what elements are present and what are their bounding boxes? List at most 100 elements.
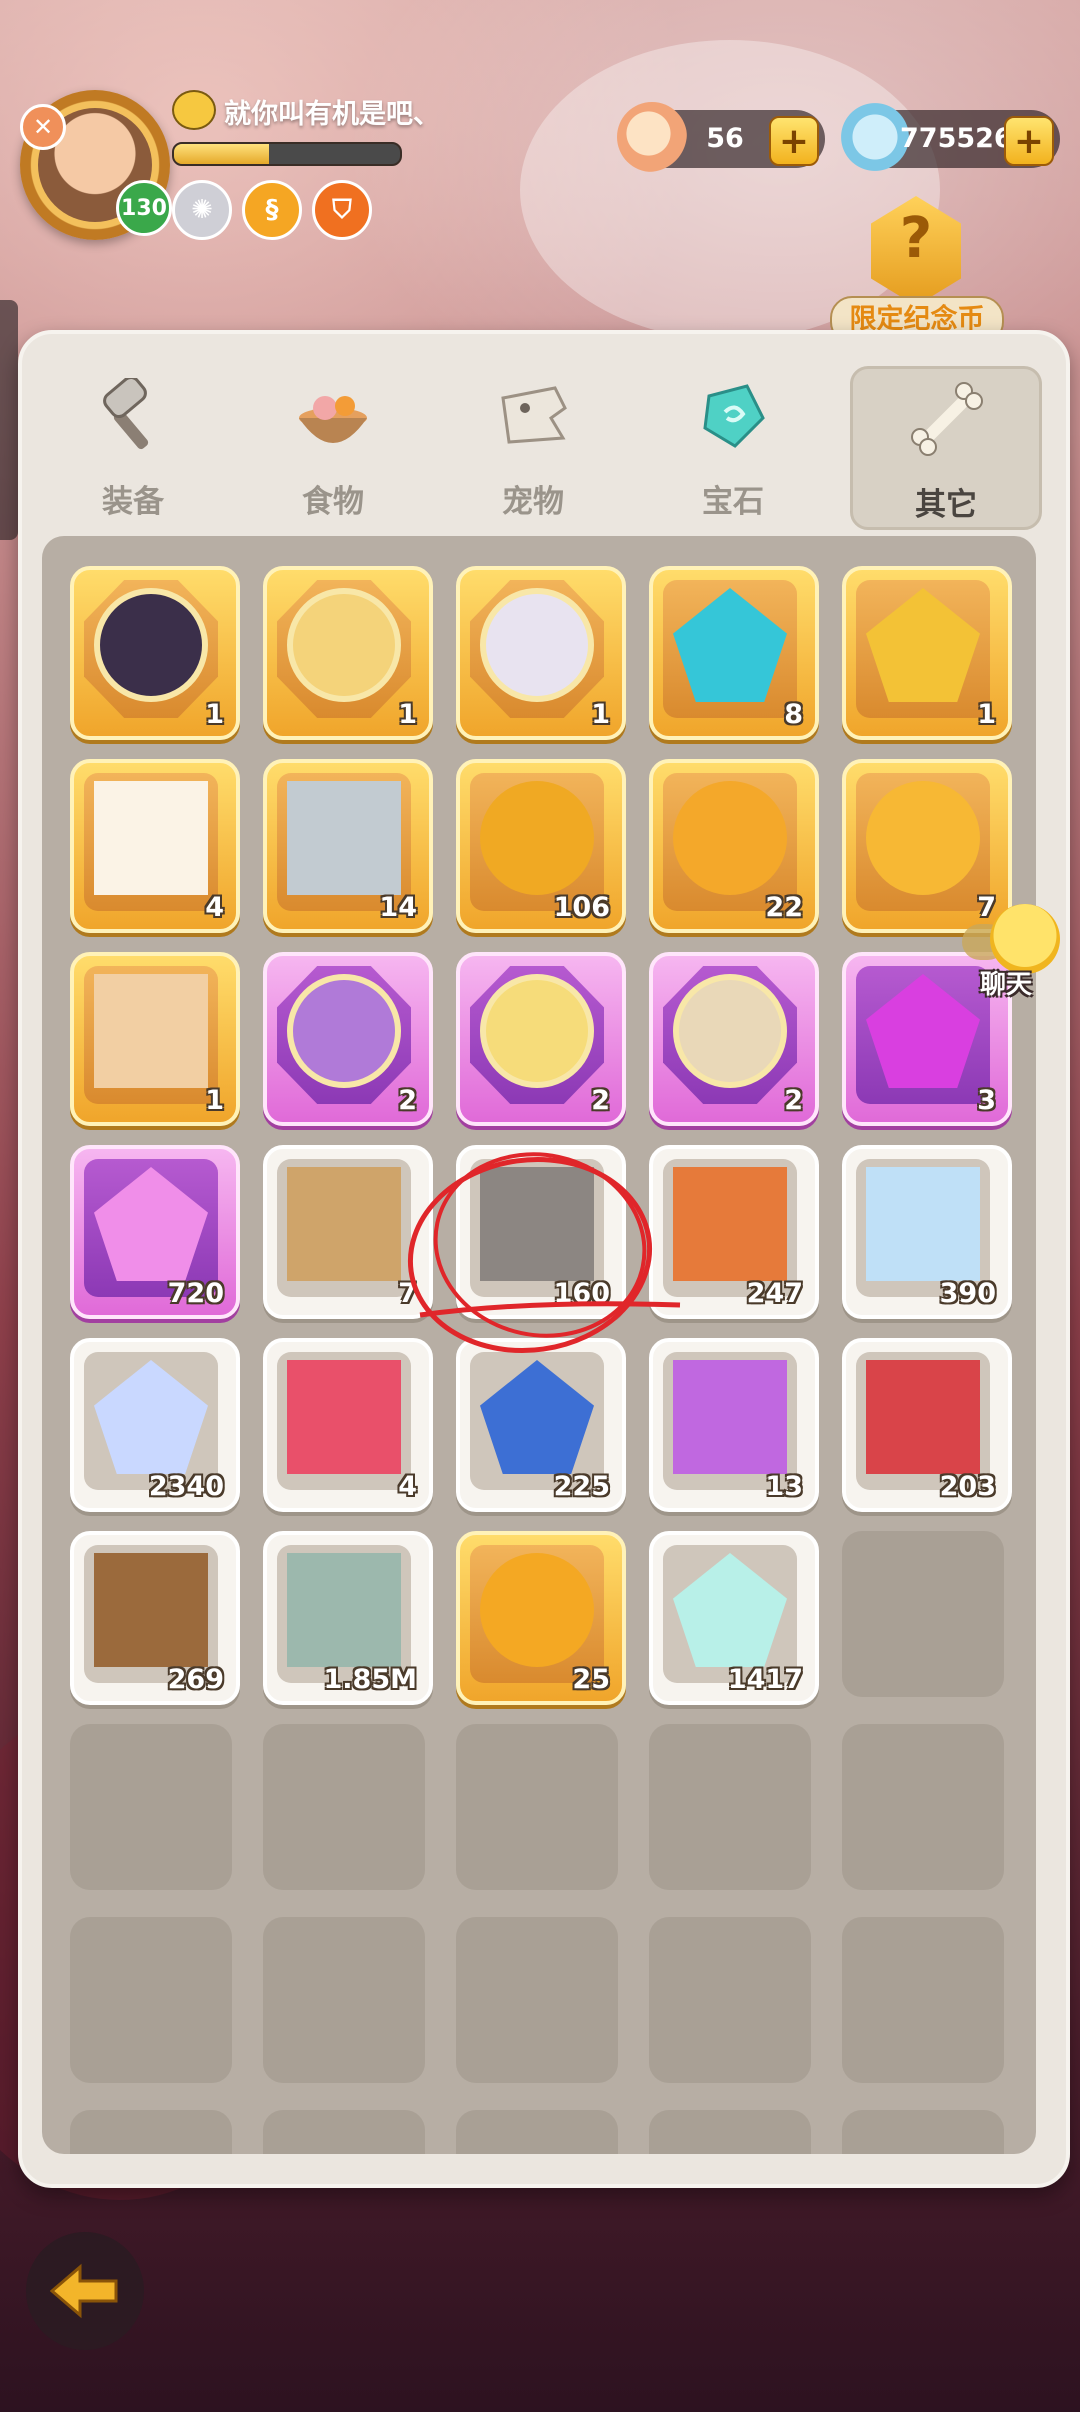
tab-gems-label: 宝石: [702, 484, 764, 520]
inventory-slot[interactable]: 2340: [70, 1338, 240, 1512]
item-quantity: 1: [205, 1085, 224, 1116]
inventory-slot[interactable]: 1: [70, 952, 240, 1126]
dino-skull-icon: [501, 386, 567, 444]
tab-pets[interactable]: 宠物: [440, 366, 626, 524]
tab-pets-label: 宠物: [502, 484, 564, 520]
inventory-slot[interactable]: 1417: [649, 1531, 819, 1705]
item-quantity: 720: [167, 1278, 224, 1309]
empty-slot: [70, 1917, 232, 2083]
inventory-slot[interactable]: 4: [70, 759, 240, 933]
item-quantity: 2: [784, 1085, 803, 1116]
inventory-slot[interactable]: 106: [456, 759, 626, 933]
item-quantity: 2340: [148, 1471, 224, 1502]
inventory-slot[interactable]: 203: [842, 1338, 1012, 1512]
magnifier-icon: [287, 781, 401, 895]
empty-slot: [263, 1917, 425, 2083]
item-quantity: 25: [572, 1664, 610, 1695]
empty-slot: [842, 2110, 1004, 2154]
item-quantity: 13: [765, 1471, 803, 1502]
inventory-slot[interactable]: 1: [70, 566, 240, 740]
inventory-slot[interactable]: 8: [649, 566, 819, 740]
item-quantity: 2: [398, 1085, 417, 1116]
shell-amount: 56: [706, 123, 744, 154]
gold-egg-icon: [866, 781, 980, 895]
shield-status-icon[interactable]: ⛉: [312, 180, 372, 240]
food-tray-icon: [673, 1167, 787, 1281]
tab-food[interactable]: 食物: [240, 366, 426, 524]
item-quantity: 225: [553, 1471, 610, 1502]
food-bowl-icon: [299, 396, 367, 443]
chat-label: 聊天: [980, 970, 1033, 1000]
chat-button[interactable]: 聊天: [962, 904, 1062, 1004]
caveman-icon: [94, 974, 208, 1088]
spiral-stone-icon: [287, 1553, 401, 1667]
inventory-slot[interactable]: 13: [649, 1338, 819, 1512]
rune-status-icon[interactable]: §: [242, 180, 302, 240]
empty-slot: [649, 2110, 811, 2154]
tab-other[interactable]: 其它: [850, 366, 1042, 530]
stone-tablet-icon: [480, 1167, 594, 1281]
inventory-slot[interactable]: 4: [263, 1338, 433, 1512]
inventory-slot[interactable]: 1: [456, 566, 626, 740]
tribal-girl-portrait: [673, 974, 787, 1088]
item-quantity: 1417: [727, 1664, 803, 1695]
moon-icon: [866, 1167, 980, 1281]
empty-slot: [263, 2110, 425, 2154]
tab-gems[interactable]: 宝石: [640, 366, 826, 524]
xp-bar-fill: [174, 144, 269, 164]
dice-icon: [94, 781, 208, 895]
stone-hammer-icon: [103, 378, 149, 450]
item-quantity: 14: [379, 892, 417, 923]
inventory-slot[interactable]: 247: [649, 1145, 819, 1319]
inventory-slot[interactable]: 25: [456, 1531, 626, 1705]
item-quantity: 7: [398, 1278, 417, 1309]
item-quantity: 8: [784, 699, 803, 730]
scroll-map-icon: [287, 1167, 401, 1281]
purple-hair-portrait: [287, 974, 401, 1088]
inventory-slot[interactable]: 1.85M: [263, 1531, 433, 1705]
status-icons: ✺ § ⛉: [172, 180, 372, 240]
inventory-slot[interactable]: 7: [263, 1145, 433, 1319]
cake-coin-icon: [480, 781, 594, 895]
rose-icon: [287, 1360, 401, 1474]
back-button[interactable]: [26, 2232, 144, 2350]
inventory-slot[interactable]: 269: [70, 1531, 240, 1705]
crystal-currency: 775526 +: [840, 102, 1060, 172]
empty-slot: [842, 1917, 1004, 2083]
empty-slot: [263, 1724, 425, 1890]
item-quantity: 2: [591, 1085, 610, 1116]
tab-other-label: 其它: [915, 487, 977, 523]
empty-slot: [70, 1724, 232, 1890]
add-shells-button[interactable]: +: [769, 116, 819, 166]
inventory-slot[interactable]: 14: [263, 759, 433, 933]
inventory-slot[interactable]: 1: [263, 566, 433, 740]
add-crystals-button[interactable]: +: [1004, 116, 1054, 166]
inventory-slot[interactable]: 22: [649, 759, 819, 933]
empty-slot: [649, 1724, 811, 1890]
bone-icon: [911, 382, 983, 456]
gear-status-icon[interactable]: ✺: [172, 180, 232, 240]
item-quantity: 203: [939, 1471, 996, 1502]
inventory-slot[interactable]: 2: [649, 952, 819, 1126]
inventory-slot[interactable]: 2: [456, 952, 626, 1126]
gem-icon: [703, 384, 765, 448]
side-drawer-handle[interactable]: [0, 300, 18, 540]
player-mood-icon: [172, 90, 216, 130]
inventory-slot[interactable]: 160: [456, 1145, 626, 1319]
inventory-slot[interactable]: 390: [842, 1145, 1012, 1319]
inventory-slot[interactable]: 720: [70, 1145, 240, 1319]
inventory-slot[interactable]: 225: [456, 1338, 626, 1512]
tab-equipment[interactable]: 装备: [40, 366, 226, 524]
item-quantity: 4: [398, 1471, 417, 1502]
shell-currency: 56 +: [617, 102, 825, 172]
item-quantity: 1.85M: [323, 1664, 418, 1695]
player-level-badge: 130: [116, 180, 172, 236]
limited-coin-button[interactable]: ? 限定纪念币: [830, 196, 1004, 346]
empty-slot: [70, 2110, 232, 2154]
inventory-slot[interactable]: 1: [842, 566, 1012, 740]
inventory-slot[interactable]: 2: [263, 952, 433, 1126]
player-name: 就你叫有机是吧、: [224, 99, 440, 130]
item-quantity: 4: [205, 892, 224, 923]
item-quantity: 106: [553, 892, 610, 923]
empty-slot: [842, 1531, 1004, 1697]
